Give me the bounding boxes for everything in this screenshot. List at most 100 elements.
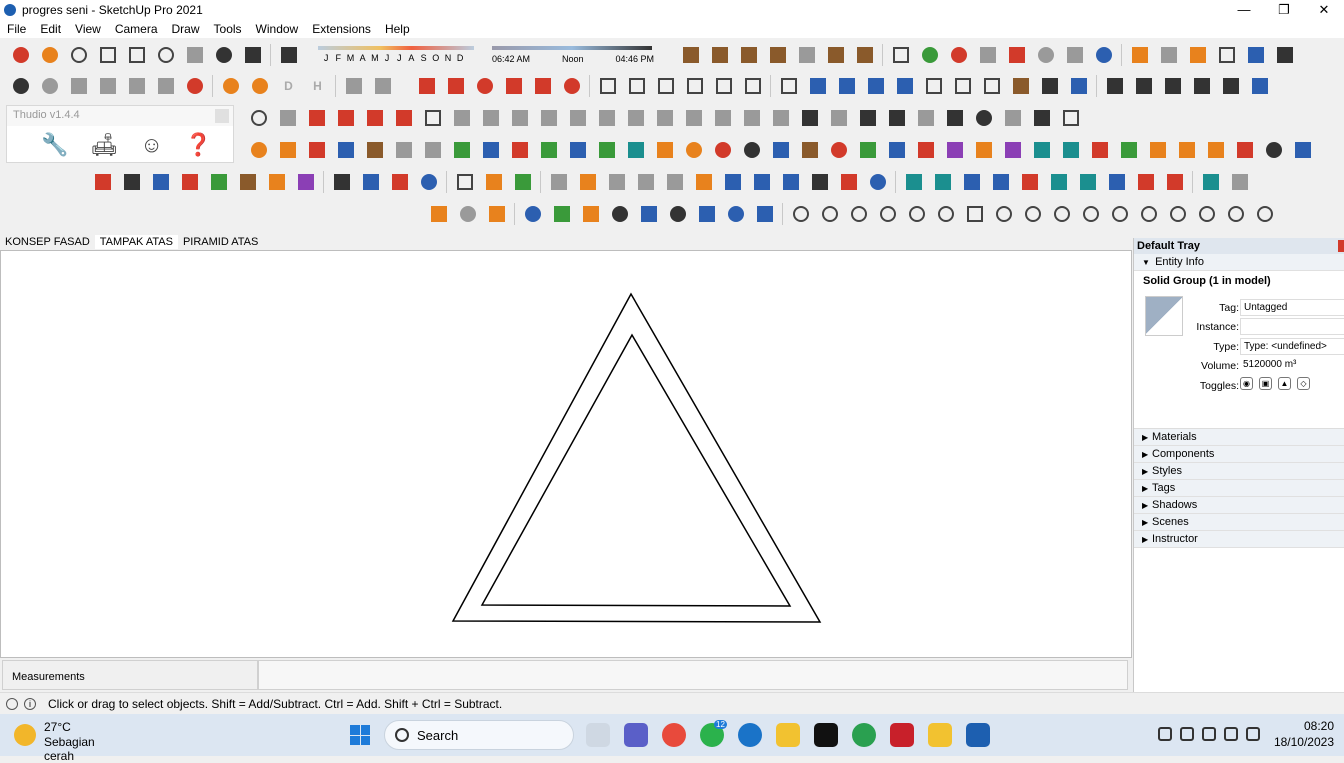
clock[interactable]: 08:20 18/10/2023	[1274, 718, 1334, 750]
drape-icon[interactable]	[796, 44, 818, 66]
sun-icon[interactable]	[249, 75, 271, 97]
shaded-icon[interactable]	[894, 75, 916, 97]
menu-tools[interactable]: Tools	[207, 20, 249, 38]
right-view-icon[interactable]	[684, 75, 706, 97]
extension-tool-icon[interactable]	[451, 107, 473, 129]
extension-tool-icon[interactable]	[237, 171, 259, 193]
stop-icon[interactable]	[184, 75, 206, 97]
move-icon[interactable]	[416, 75, 438, 97]
sketchup-taskbar-icon[interactable]	[966, 723, 990, 747]
section-shadows[interactable]: ▶ Shadows	[1134, 497, 1344, 514]
capcut-icon[interactable]	[814, 723, 838, 747]
extension-tool-icon[interactable]	[654, 107, 676, 129]
section-materials[interactable]: ▶ Materials	[1134, 429, 1344, 446]
layer-tool-3-icon[interactable]	[1162, 75, 1184, 97]
extension-tool-icon[interactable]	[770, 139, 792, 161]
extension-tool-icon[interactable]	[306, 107, 328, 129]
camera-settings-icon[interactable]	[155, 75, 177, 97]
extension-tool-icon[interactable]	[1089, 139, 1111, 161]
section-components[interactable]: ▶ Components	[1134, 446, 1344, 463]
curve-tool-icon[interactable]	[877, 203, 899, 225]
extension-tool-icon[interactable]	[712, 139, 734, 161]
extension-tool-icon[interactable]	[886, 139, 908, 161]
letter-d-icon[interactable]: D	[278, 75, 300, 97]
style-a-icon[interactable]	[981, 75, 1003, 97]
top-view-icon[interactable]	[626, 75, 648, 97]
curve-tool-icon[interactable]	[848, 203, 870, 225]
extension-tool-icon[interactable]	[538, 107, 560, 129]
camera-reel-icon[interactable]	[10, 75, 32, 97]
info-icon[interactable]: i	[24, 697, 36, 710]
user-circle-icon[interactable]: ☺	[140, 132, 162, 158]
extension-tool-icon[interactable]	[973, 139, 995, 161]
extension-tool-icon[interactable]	[92, 171, 114, 193]
tag-select[interactable]: Untagged	[1240, 299, 1344, 316]
extension-tool-icon[interactable]	[306, 139, 328, 161]
layer-tool-5-icon[interactable]	[1220, 75, 1242, 97]
section-scenes[interactable]: ▶ Scenes	[1134, 514, 1344, 531]
extension-tool-icon[interactable]	[418, 171, 440, 193]
left-view-icon[interactable]	[742, 75, 764, 97]
3d-warehouse-icon[interactable]	[890, 44, 912, 66]
menu-help[interactable]: Help	[378, 20, 417, 38]
xray-icon[interactable]	[778, 75, 800, 97]
extension-tool-icon[interactable]	[1135, 171, 1157, 193]
bubble-icon[interactable]	[780, 171, 802, 193]
tree-icon[interactable]	[551, 203, 573, 225]
extension-tool-icon[interactable]	[1200, 171, 1222, 193]
extension-tool-icon[interactable]	[1234, 139, 1256, 161]
play-icon[interactable]	[577, 171, 599, 193]
month-slider[interactable]	[318, 46, 474, 50]
section-tags[interactable]: ▶ Tags	[1134, 480, 1344, 497]
dimension-icon[interactable]	[1158, 44, 1180, 66]
extension-tool-icon[interactable]	[1292, 139, 1314, 161]
camera-record-icon[interactable]	[97, 75, 119, 97]
extension-tool-icon[interactable]	[364, 139, 386, 161]
close-button[interactable]: ✕	[1304, 1, 1344, 19]
extension-tool-icon[interactable]	[248, 139, 270, 161]
extension-tool-icon[interactable]	[277, 139, 299, 161]
extension-tool-icon[interactable]	[809, 171, 831, 193]
extension-tool-icon[interactable]	[1019, 171, 1041, 193]
extension-warehouse-icon[interactable]	[919, 44, 941, 66]
extension-tool-icon[interactable]	[509, 107, 531, 129]
stop-icon[interactable]	[606, 171, 628, 193]
sandbox-from-contours-icon[interactable]	[680, 44, 702, 66]
extension-tool-icon[interactable]	[596, 139, 618, 161]
zoom-icon[interactable]	[68, 44, 90, 66]
select-arrow-icon[interactable]	[343, 75, 365, 97]
extension-tool-icon[interactable]	[567, 107, 589, 129]
extension-tool-icon[interactable]	[1164, 171, 1186, 193]
wireframe-icon[interactable]	[836, 75, 858, 97]
extension-tool-icon[interactable]	[683, 107, 705, 129]
receive-shadow-toggle-icon[interactable]: ◇	[1297, 377, 1310, 390]
add-detail-icon[interactable]	[825, 44, 847, 66]
extension-tool-icon[interactable]	[741, 139, 763, 161]
menu-file[interactable]: File	[0, 20, 33, 38]
extension-tool-icon[interactable]	[1077, 171, 1099, 193]
section-instructor[interactable]: ▶ Instructor	[1134, 531, 1344, 548]
extension-tool-icon[interactable]	[944, 139, 966, 161]
curve-tool-icon[interactable]	[1022, 203, 1044, 225]
start-button[interactable]	[350, 725, 370, 745]
curve-tool-icon[interactable]	[790, 203, 812, 225]
extension-tool-icon[interactable]	[625, 107, 647, 129]
taskbar-search[interactable]: Search	[384, 720, 574, 750]
back-view-icon[interactable]	[713, 75, 735, 97]
curve-tool-icon[interactable]	[1138, 203, 1160, 225]
extension-tool-icon[interactable]	[248, 107, 270, 129]
solid-union-icon[interactable]	[977, 44, 999, 66]
extension-tool-icon[interactable]	[422, 107, 444, 129]
refresh-icon[interactable]	[457, 203, 479, 225]
extension-tool-icon[interactable]	[335, 107, 357, 129]
extension-tool-icon[interactable]	[886, 107, 908, 129]
curve-tool-icon[interactable]	[819, 203, 841, 225]
extension-tool-icon[interactable]	[208, 171, 230, 193]
extension-tool-icon[interactable]	[944, 107, 966, 129]
curve-tool-icon[interactable]	[1080, 203, 1102, 225]
entity-info-header[interactable]: ▼ Entity Info	[1134, 254, 1344, 271]
mail-icon[interactable]	[696, 203, 718, 225]
curve-tool-icon[interactable]	[1109, 203, 1131, 225]
extension-tool-icon[interactable]	[867, 171, 889, 193]
position-camera-icon[interactable]	[184, 44, 206, 66]
